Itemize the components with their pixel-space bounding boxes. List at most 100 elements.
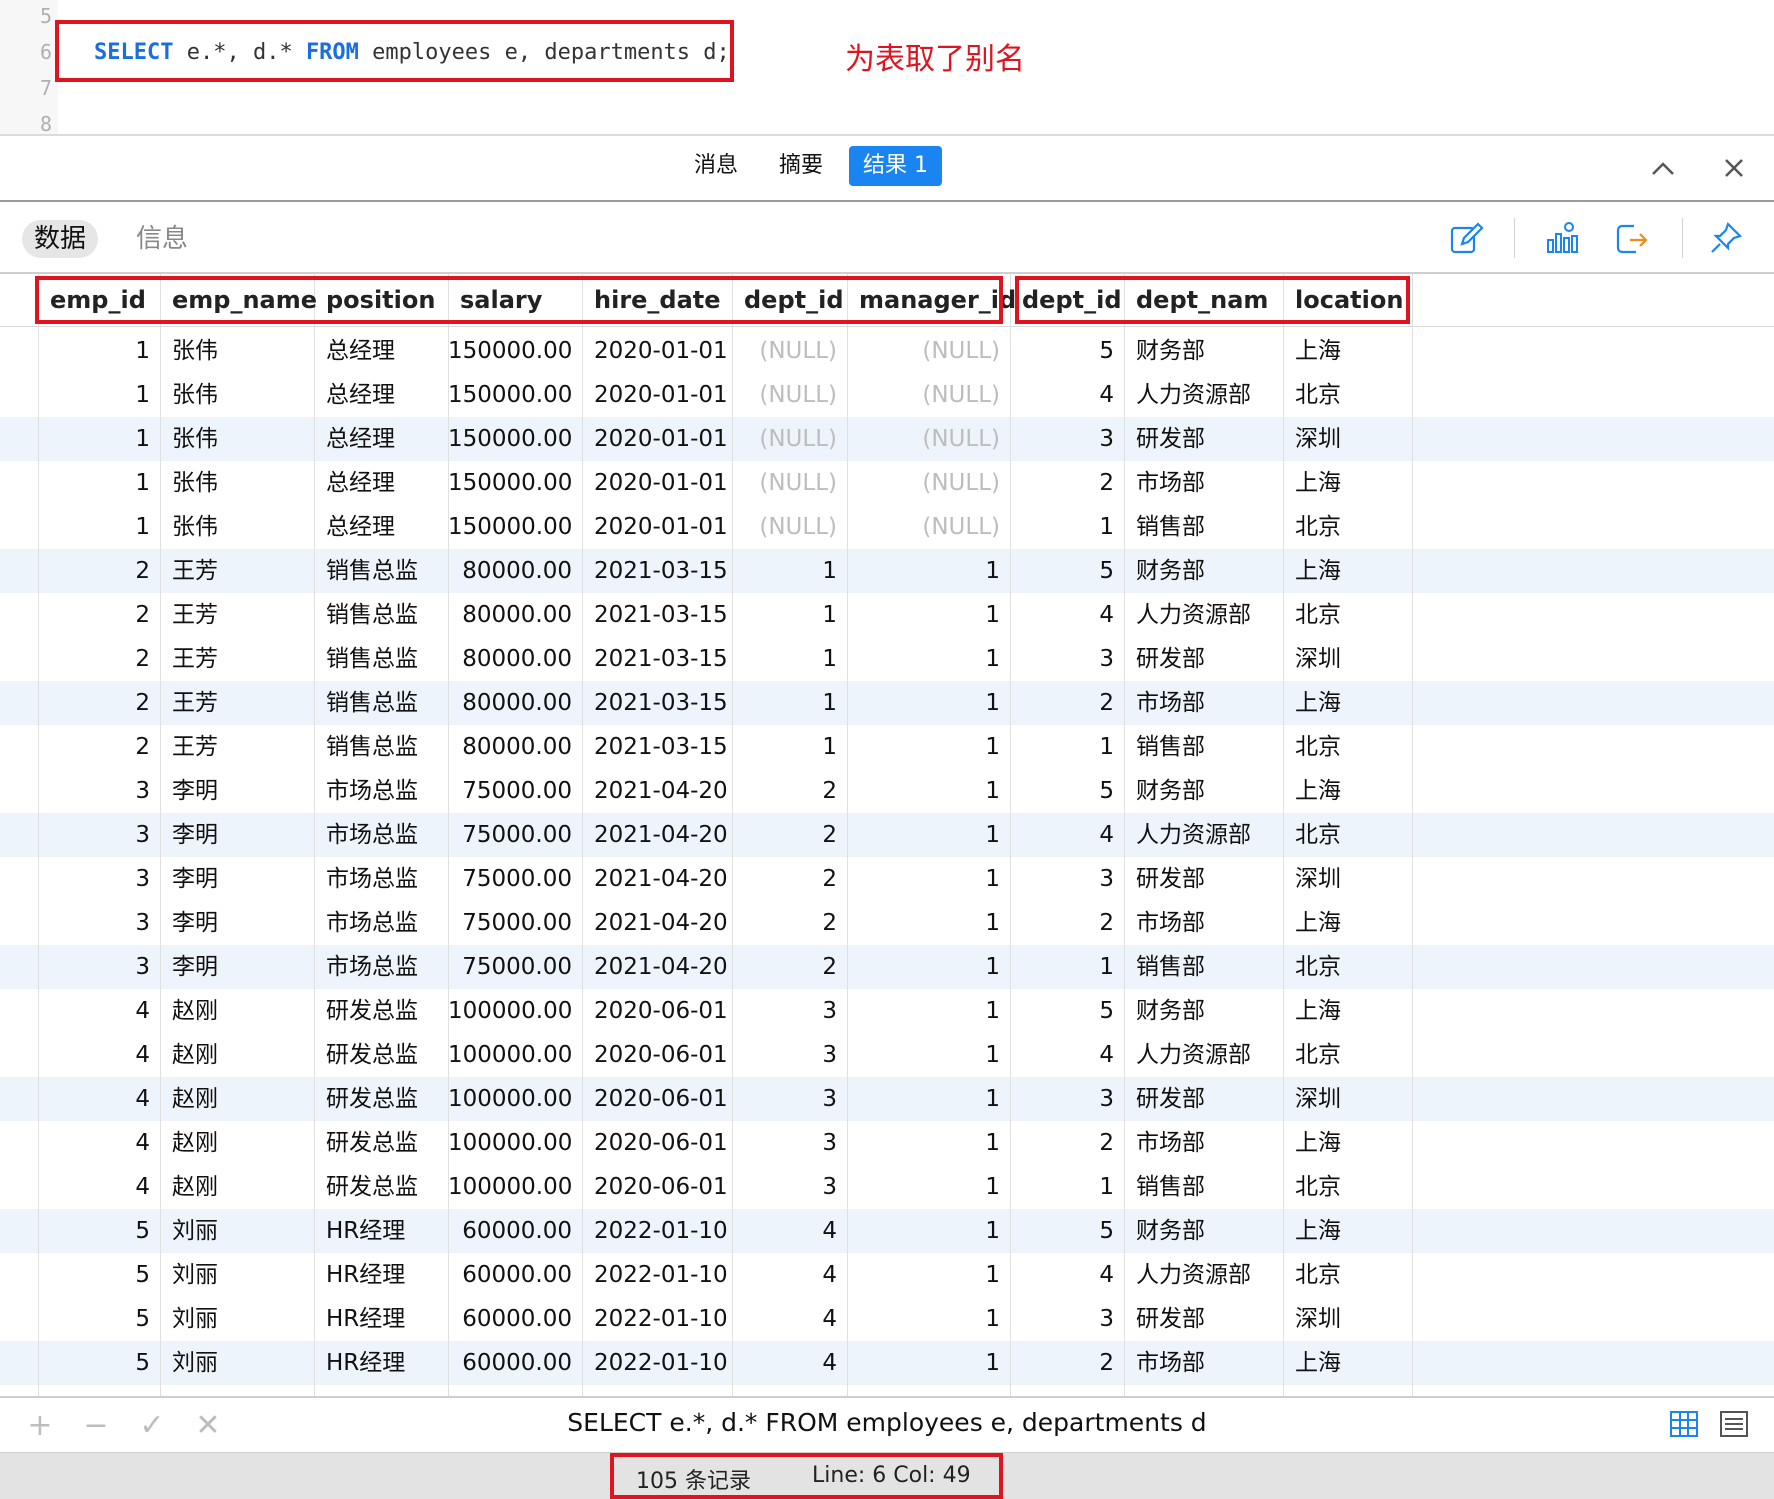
cell-dept-name[interactable]: 市场部 xyxy=(1124,461,1283,505)
cell-location[interactable]: 深圳 xyxy=(1283,1077,1412,1121)
table-row[interactable]: 1 张伟 总经理 150000.00 2020-01-01 (NULL) (NULL) 5 财务… xyxy=(0,329,1774,373)
cell-dept-id[interactable]: 4 xyxy=(732,1341,847,1385)
cell-manager-id[interactable]: (NULL) xyxy=(847,461,1010,505)
tab-result-1[interactable]: 结果 1 xyxy=(849,146,942,186)
cell-position[interactable]: 研发总监 xyxy=(314,1033,448,1077)
cell-position[interactable]: 总经理 xyxy=(314,329,448,373)
cell-dept-id-d[interactable]: 5 xyxy=(1010,989,1124,1033)
cell-dept-id[interactable]: 3 xyxy=(732,1077,847,1121)
cell-position[interactable]: 市场总监 xyxy=(314,945,448,989)
table-row[interactable]: 4 赵刚 研发总监 100000.00 2020-06-01 3 1 3 研发部 深圳 xyxy=(0,1077,1774,1121)
cell-dept-id-d[interactable]: 4 xyxy=(1010,593,1124,637)
cell-manager-id[interactable]: 1 xyxy=(847,1297,1010,1341)
cell-dept-id-d[interactable]: 1 xyxy=(1010,725,1124,769)
cell-emp-name[interactable]: 李明 xyxy=(160,857,314,901)
cell-dept-id[interactable]: 1 xyxy=(732,637,847,681)
cell-location[interactable]: 上海 xyxy=(1283,1209,1412,1253)
cell-location[interactable]: 上海 xyxy=(1283,549,1412,593)
cell-emp-name[interactable]: 王芳 xyxy=(160,725,314,769)
cell-salary[interactable]: 100000.00 xyxy=(448,1121,582,1165)
cell-dept-name[interactable]: 人力资源部 xyxy=(1124,593,1283,637)
cell-hire-date[interactable]: 2022-01-10 xyxy=(582,1209,732,1253)
cell-dept-name[interactable]: 人力资源部 xyxy=(1124,813,1283,857)
cell-emp-name[interactable]: 张伟 xyxy=(160,461,314,505)
table-row[interactable]: 4 赵刚 研发总监 100000.00 2020-06-01 3 1 1 销售部 北京 xyxy=(0,1165,1774,1209)
result-grid[interactable]: 1 张伟 总经理 150000.00 2020-01-01 (NULL) (NULL) 5 财务… xyxy=(0,274,1774,1396)
cell-emp-id[interactable]: 2 xyxy=(38,593,160,637)
cell-dept-id[interactable]: 2 xyxy=(732,769,847,813)
cell-manager-id[interactable]: (NULL) xyxy=(847,417,1010,461)
cell-manager-id[interactable]: 1 xyxy=(847,989,1010,1033)
cell-position[interactable]: 总经理 xyxy=(314,373,448,417)
table-row[interactable]: 4 赵刚 研发总监 100000.00 2020-06-01 3 1 2 市场部 上海 xyxy=(0,1121,1774,1165)
table-row[interactable]: 1 张伟 总经理 150000.00 2020-01-01 (NULL) (NULL) 1 销售… xyxy=(0,505,1774,549)
cell-salary[interactable]: 150000.00 xyxy=(448,417,582,461)
cell-position[interactable]: 销售总监 xyxy=(314,593,448,637)
cell-salary[interactable]: 60000.00 xyxy=(448,1253,582,1297)
cell-dept-name[interactable]: 销售部 xyxy=(1124,1165,1283,1209)
cell-dept-name[interactable]: 市场部 xyxy=(1124,1121,1283,1165)
table-row[interactable]: 2 王芳 销售总监 80000.00 2021-03-15 1 1 3 研发部 深圳 xyxy=(0,637,1774,681)
cell-emp-name[interactable]: 李明 xyxy=(160,769,314,813)
table-row[interactable]: 2 王芳 销售总监 80000.00 2021-03-15 1 1 4 人力资源部 北京 xyxy=(0,593,1774,637)
cell-dept-id[interactable]: 1 xyxy=(732,593,847,637)
cell-hire-date[interactable]: 2021-04-20 xyxy=(582,813,732,857)
cell-dept-name[interactable]: 研发部 xyxy=(1124,417,1283,461)
cell-emp-name[interactable]: 李明 xyxy=(160,813,314,857)
cell-manager-id[interactable]: 1 xyxy=(847,1033,1010,1077)
cell-manager-id[interactable]: (NULL) xyxy=(847,505,1010,549)
cell-emp-name[interactable]: 张伟 xyxy=(160,417,314,461)
cell-emp-name[interactable]: 赵刚 xyxy=(160,1165,314,1209)
cell-position[interactable]: HR经理 xyxy=(314,1297,448,1341)
cell-dept-id-d[interactable]: 3 xyxy=(1010,1297,1124,1341)
cell-location[interactable]: 北京 xyxy=(1283,505,1412,549)
table-row[interactable]: 3 李明 市场总监 75000.00 2021-04-20 2 1 2 市场部 上海 xyxy=(0,901,1774,945)
cell-salary[interactable]: 75000.00 xyxy=(448,769,582,813)
cell-salary[interactable]: 80000.00 xyxy=(448,593,582,637)
cell-salary[interactable]: 150000.00 xyxy=(448,329,582,373)
cell-position[interactable]: HR经理 xyxy=(314,1341,448,1385)
cell-position[interactable]: 销售总监 xyxy=(314,637,448,681)
cell-emp-id[interactable]: 5 xyxy=(38,1209,160,1253)
cell-emp-id[interactable]: 4 xyxy=(38,1165,160,1209)
cell-dept-id[interactable]: 3 xyxy=(732,1165,847,1209)
cell-location[interactable]: 北京 xyxy=(1283,945,1412,989)
cell-emp-name[interactable]: 李明 xyxy=(160,901,314,945)
cell-hire-date[interactable]: 2020-06-01 xyxy=(582,1165,732,1209)
grid-view-icon[interactable] xyxy=(1664,1408,1704,1448)
cell-manager-id[interactable]: 1 xyxy=(847,857,1010,901)
cell-hire-date[interactable]: 2021-04-20 xyxy=(582,945,732,989)
cell-dept-id-d[interactable]: 5 xyxy=(1010,1209,1124,1253)
cell-location[interactable]: 北京 xyxy=(1283,373,1412,417)
cell-hire-date[interactable]: 2022-01-10 xyxy=(582,1297,732,1341)
cell-dept-id-d[interactable]: 2 xyxy=(1010,681,1124,725)
cell-position[interactable]: 总经理 xyxy=(314,505,448,549)
cell-dept-id[interactable]: 4 xyxy=(732,1253,847,1297)
cell-manager-id[interactable]: 1 xyxy=(847,1209,1010,1253)
pin-icon[interactable] xyxy=(1706,218,1746,258)
cell-hire-date[interactable]: 2020-06-01 xyxy=(582,1077,732,1121)
cell-emp-name[interactable]: 刘丽 xyxy=(160,1297,314,1341)
cell-position[interactable]: 研发总监 xyxy=(314,1077,448,1121)
cell-manager-id[interactable]: 1 xyxy=(847,725,1010,769)
cell-salary[interactable]: 75000.00 xyxy=(448,945,582,989)
cell-emp-id[interactable]: 3 xyxy=(38,813,160,857)
cell-position[interactable]: 市场总监 xyxy=(314,769,448,813)
cell-dept-id-d[interactable]: 2 xyxy=(1010,1341,1124,1385)
table-row[interactable]: 3 李明 市场总监 75000.00 2021-04-20 2 1 5 财务部 上海 xyxy=(0,769,1774,813)
cell-hire-date[interactable]: 2021-03-15 xyxy=(582,593,732,637)
cell-emp-id[interactable]: 4 xyxy=(38,1077,160,1121)
cell-position[interactable]: 销售总监 xyxy=(314,549,448,593)
cell-dept-name[interactable]: 人力资源部 xyxy=(1124,373,1283,417)
cell-location[interactable]: 北京 xyxy=(1283,1033,1412,1077)
cell-manager-id[interactable]: 1 xyxy=(847,549,1010,593)
cell-manager-id[interactable]: 1 xyxy=(847,637,1010,681)
cell-dept-id-d[interactable]: 3 xyxy=(1010,857,1124,901)
cell-hire-date[interactable]: 2020-06-01 xyxy=(582,1121,732,1165)
cell-position[interactable]: 研发总监 xyxy=(314,1121,448,1165)
cell-location[interactable]: 上海 xyxy=(1283,461,1412,505)
cell-dept-name[interactable]: 财务部 xyxy=(1124,1209,1283,1253)
form-view-icon[interactable] xyxy=(1714,1408,1754,1448)
cell-dept-id[interactable]: 2 xyxy=(732,945,847,989)
cell-salary[interactable]: 100000.00 xyxy=(448,1033,582,1077)
